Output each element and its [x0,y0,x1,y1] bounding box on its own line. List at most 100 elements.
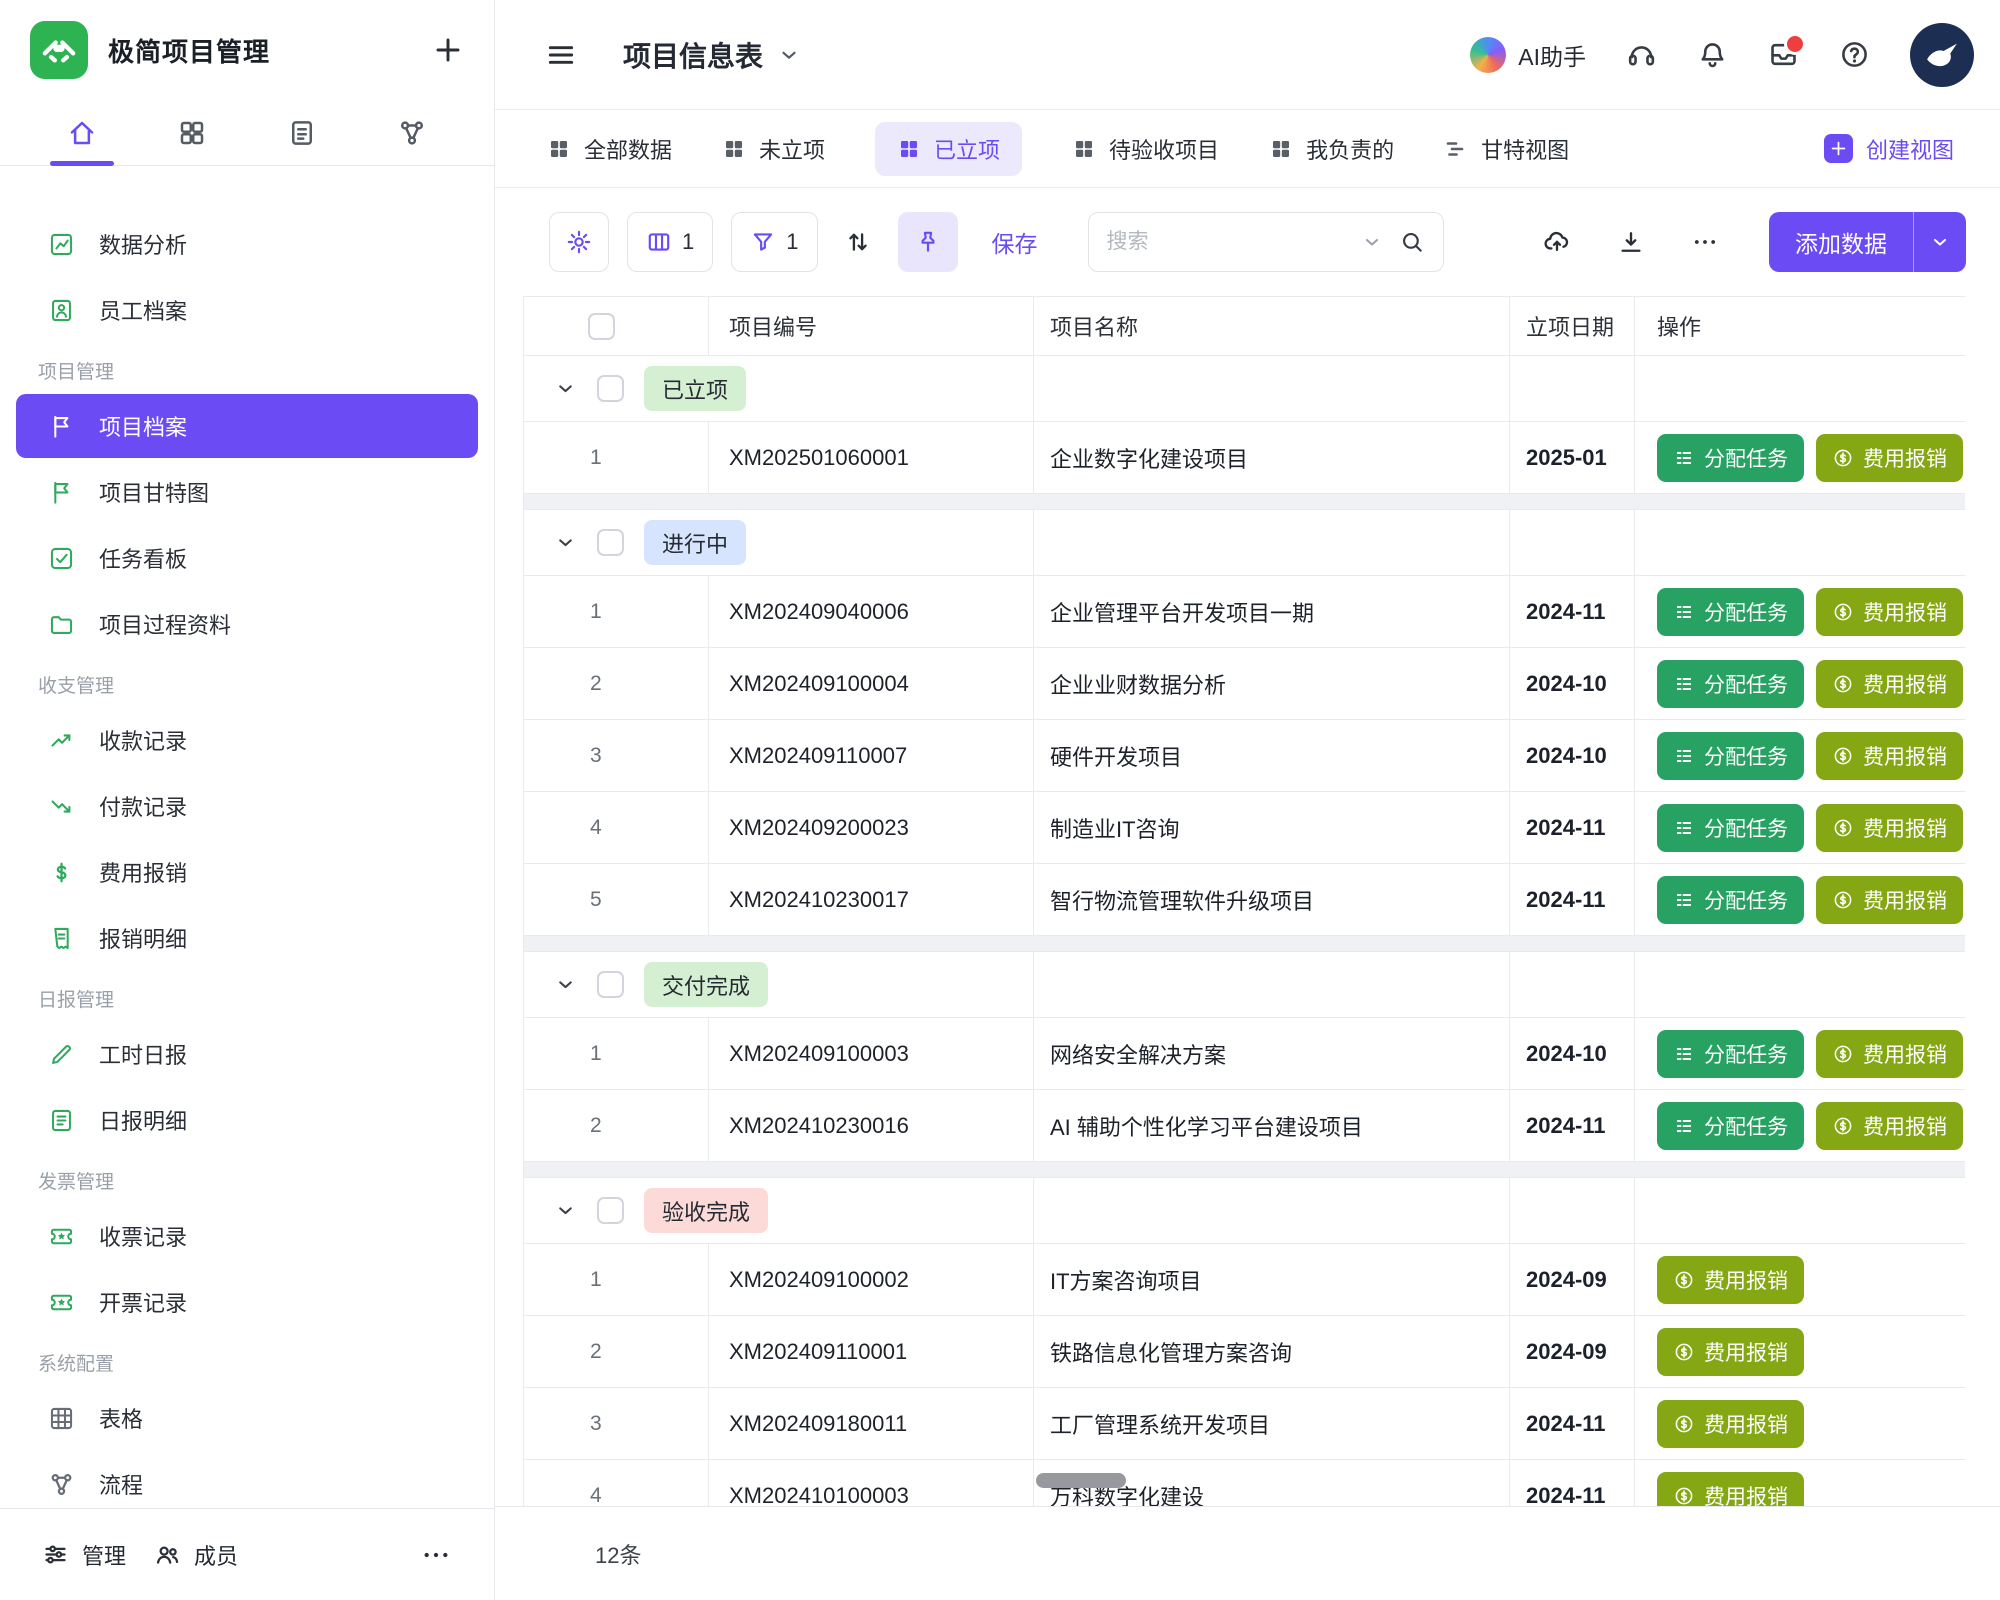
group-checkbox[interactable] [597,1197,624,1224]
bell-icon[interactable] [1697,39,1728,70]
expense-button[interactable]: 费用报销 [1816,804,1963,852]
header-select-cell [524,297,709,355]
settings-button[interactable] [549,212,609,272]
chevron-down-icon[interactable] [554,531,577,554]
members-button[interactable]: 成员 [154,1539,238,1571]
fields-button[interactable]: 1 [627,212,713,272]
expense-button[interactable]: 费用报销 [1657,1256,1804,1304]
expense-button[interactable]: 费用报销 [1657,1328,1804,1376]
expense-button[interactable]: 费用报销 [1816,1102,1963,1150]
table-row[interactable]: 2XM202409110001铁路信息化管理方案咨询2024-09费用报销 [524,1316,1965,1388]
sidebar-item[interactable]: 日报明细 [16,1088,478,1152]
sidebar-nav-home[interactable] [62,100,102,165]
sidebar-item[interactable]: 员工档案 [16,278,478,342]
view-tab[interactable]: 我负责的 [1269,133,1394,165]
sidebar-nav-workflow[interactable] [392,100,432,165]
hamburger-menu-icon[interactable] [545,39,577,71]
chevron-down-icon[interactable] [554,377,577,400]
pin-button[interactable] [898,212,958,272]
inbox-icon[interactable] [1768,39,1799,70]
sidebar-nav-document[interactable] [282,100,322,165]
expense-button[interactable]: 费用报销 [1816,588,1963,636]
sidebar-item[interactable]: 项目过程资料 [16,592,478,656]
cloud-upload-icon[interactable] [1543,228,1571,256]
sidebar-item[interactable]: 项目档案 [16,394,478,458]
sidebar-item[interactable]: 项目甘特图 [16,460,478,524]
project-code: XM202409110007 [709,720,1034,791]
chevron-down-icon[interactable] [1361,231,1383,253]
sidebar-item[interactable]: 收票记录 [16,1204,478,1268]
help-icon[interactable] [1839,39,1870,70]
assign-task-button[interactable]: 分配任务 [1657,804,1804,852]
assign-task-button[interactable]: 分配任务 [1657,1102,1804,1150]
more-icon[interactable] [420,1539,452,1571]
select-all-checkbox[interactable] [588,313,615,340]
group-checkbox[interactable] [597,529,624,556]
expense-button[interactable]: 费用报销 [1657,1400,1804,1448]
view-tab[interactable]: 甘特视图 [1444,133,1569,165]
expense-button[interactable]: 费用报销 [1816,434,1963,482]
download-icon[interactable] [1617,228,1645,256]
sidebar-item[interactable]: 表格 [16,1386,478,1450]
more-actions-icon[interactable] [1691,228,1719,256]
table-row[interactable]: 1XM202409100002IT方案咨询项目2024-09费用报销 [524,1244,1965,1316]
table-row[interactable]: 3XM202409110007硬件开发项目2024-10分配任务费用报销 [524,720,1965,792]
view-tab[interactable]: 未立项 [722,133,825,165]
expense-button[interactable]: 费用报销 [1816,660,1963,708]
group-checkbox[interactable] [597,971,624,998]
view-tab[interactable]: 待验收项目 [1072,133,1219,165]
page-title[interactable]: 项目信息表 [623,35,801,75]
assign-task-button[interactable]: 分配任务 [1657,434,1804,482]
group-checkbox[interactable] [597,375,624,402]
sidebar-nav-grid[interactable] [172,100,212,165]
sidebar-item[interactable]: 报销明细 [16,906,478,970]
sidebar-item[interactable]: 数据分析 [16,212,478,276]
people-icon [154,1541,181,1568]
chevron-down-icon[interactable] [554,973,577,996]
sort-icon[interactable] [844,228,872,256]
avatar[interactable] [1910,23,1974,87]
table-row[interactable]: 3XM202409180011工厂管理系统开发项目2024-11费用报销 [524,1388,1965,1460]
assign-task-button[interactable]: 分配任务 [1657,588,1804,636]
row-number: 2 [524,648,709,719]
view-tab[interactable]: 全部数据 [547,133,672,165]
expense-button[interactable]: 费用报销 [1816,732,1963,780]
project-date: 2024-11 [1510,864,1635,935]
chevron-down-icon[interactable] [554,1199,577,1222]
table-row[interactable]: 2XM202409100004企业业财数据分析2024-10分配任务费用报销 [524,648,1965,720]
manage-button[interactable]: 管理 [42,1539,126,1571]
sidebar-item[interactable]: 任务看板 [16,526,478,590]
sidebar-item[interactable]: 开票记录 [16,1270,478,1334]
assign-task-button[interactable]: 分配任务 [1657,732,1804,780]
sidebar-item[interactable]: 收款记录 [16,708,478,772]
sidebar-item[interactable]: 流程 [16,1452,478,1508]
horizontal-scrollbar[interactable] [1036,1473,1126,1488]
expense-button[interactable]: 费用报销 [1816,876,1963,924]
add-data-caret[interactable] [1914,231,1966,253]
save-button[interactable]: 保存 [992,225,1038,259]
assign-task-button[interactable]: 分配任务 [1657,1030,1804,1078]
table-row[interactable]: 4XM202409200023制造业IT咨询2024-11分配任务费用报销 [524,792,1965,864]
assign-task-button[interactable]: 分配任务 [1657,660,1804,708]
table-row[interactable]: 1XM202501060001企业数字化建设项目2025-01分配任务费用报销 [524,422,1965,494]
expense-button[interactable]: 费用报销 [1657,1472,1804,1507]
table-row[interactable]: 5XM202410230017智行物流管理软件升级项目2024-11分配任务费用… [524,864,1965,936]
view-tab[interactable]: 已立项 [875,122,1022,176]
sidebar-item[interactable]: 付款记录 [16,774,478,838]
add-workspace-icon[interactable] [432,34,464,66]
table-row[interactable]: 1XM202409040006企业管理平台开发项目一期2024-11分配任务费用… [524,576,1965,648]
table-row[interactable]: 4XM202410100003万科数字化建设2024-11费用报销 [524,1460,1965,1506]
assign-task-button[interactable]: 分配任务 [1657,876,1804,924]
expense-button[interactable]: 费用报销 [1816,1030,1963,1078]
create-view-button[interactable]: 创建视图 [1824,133,1954,165]
search-input[interactable] [1107,230,1349,254]
headset-icon[interactable] [1626,39,1657,70]
table-row[interactable]: 1XM202409100003网络安全解决方案2024-10分配任务费用报销 [524,1018,1965,1090]
add-data-button[interactable]: 添加数据 [1769,212,1966,272]
table-row[interactable]: 2XM202410230016AI 辅助个性化学习平台建设项目2024-11分配… [524,1090,1965,1162]
search-icon[interactable] [1399,229,1425,255]
filter-button[interactable]: 1 [731,212,817,272]
sidebar-item[interactable]: 费用报销 [16,840,478,904]
sidebar-item[interactable]: 工时日报 [16,1022,478,1086]
ai-assistant-button[interactable]: AI助手 [1470,37,1586,73]
